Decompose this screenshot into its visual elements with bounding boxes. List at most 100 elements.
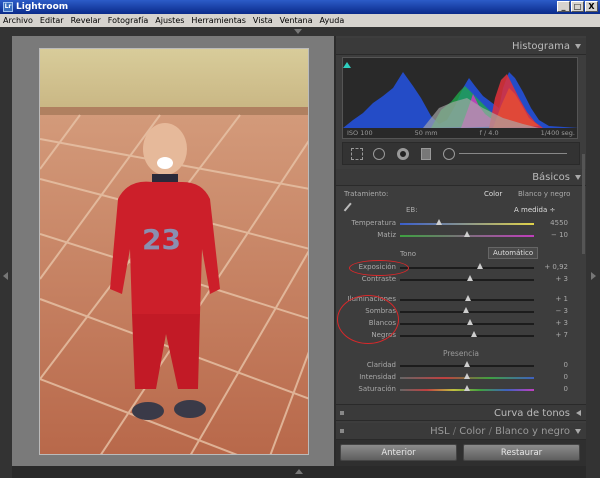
basic-header[interactable]: Básicos — [336, 169, 586, 186]
window-title: Lightroom — [16, 2, 69, 12]
highlight-annotation-exposure — [349, 260, 409, 276]
presence-label: Presencia — [442, 349, 479, 358]
temperature-value[interactable]: 4550 — [550, 219, 568, 227]
menu-fotografia[interactable]: Fotografía — [108, 16, 148, 25]
basic-title: Básicos — [532, 172, 570, 183]
menu-ventana[interactable]: Ventana — [280, 16, 313, 25]
slider-thumb[interactable] — [464, 361, 470, 367]
slider-thumb[interactable] — [464, 231, 470, 237]
wb-select[interactable]: A medida ÷ — [514, 206, 555, 214]
menu-bar: Archivo Editar Revelar Fotografía Ajuste… — [0, 14, 600, 27]
iso-value: ISO 100 — [347, 129, 373, 137]
tint-value[interactable]: − 10 — [551, 231, 568, 239]
shutter-speed: 1/400 seg. — [540, 129, 575, 137]
auto-tone-button[interactable]: Automático — [488, 247, 539, 259]
histogram-metadata: ISO 100 50 mm f / 4.0 1/400 seg. — [343, 129, 579, 137]
menu-editar[interactable]: Editar — [40, 16, 64, 25]
hsl-separator: / — [488, 426, 492, 437]
menu-ajustes[interactable]: Ajustes — [155, 16, 184, 25]
tone-curve-header[interactable]: Curva de tonos — [336, 404, 586, 421]
close-button[interactable]: X — [585, 1, 598, 12]
tone-slider[interactable] — [400, 267, 534, 269]
top-panel-toggle[interactable] — [12, 27, 588, 36]
histogram-header[interactable]: Histograma — [336, 38, 586, 55]
panel-scrollbar[interactable] — [582, 154, 585, 254]
temperature-slider[interactable] — [400, 223, 534, 225]
presence-label: Saturación — [358, 385, 396, 393]
reset-button[interactable]: Restaurar — [463, 444, 580, 461]
panel-toggle-icon[interactable] — [340, 429, 344, 433]
minimize-button[interactable]: _ — [557, 1, 570, 12]
slider-thumb[interactable] — [466, 275, 473, 281]
collapse-icon — [575, 429, 581, 434]
bw-tab[interactable]: Blanco y negro — [495, 426, 570, 437]
photo-preview[interactable]: 23 — [39, 48, 309, 455]
aperture: f / 4.0 — [479, 129, 499, 137]
expand-icon — [576, 410, 581, 416]
tool-strip — [342, 142, 580, 165]
slider-thumb[interactable] — [436, 219, 442, 225]
develop-right-panel: Histograma ISO 100 50 mm f / 4.0 1/400 s… — [336, 36, 586, 466]
presence-value[interactable]: 0 — [564, 361, 568, 369]
window-controls: _ □ X — [557, 1, 598, 12]
tone-value[interactable]: + 3 — [555, 319, 568, 327]
tone-value[interactable]: + 3 — [555, 275, 568, 283]
presence-value[interactable]: 0 — [564, 373, 568, 381]
title-bar: Lr Lightroom _ □ X — [0, 0, 600, 14]
tint-label: Matiz — [377, 231, 396, 239]
tone-value[interactable]: + 7 — [555, 331, 568, 339]
menu-herramientas[interactable]: Herramientas — [191, 16, 246, 25]
panel-toggle-icon[interactable] — [340, 411, 344, 415]
presence-label: Claridad — [366, 361, 396, 369]
bottom-panel-toggle[interactable] — [12, 466, 588, 478]
menu-ayuda[interactable]: Ayuda — [320, 16, 345, 25]
crop-tool-icon[interactable] — [351, 148, 363, 160]
slider-thumb[interactable] — [470, 331, 477, 337]
lightroom-logo-icon: Lr — [3, 2, 13, 12]
tone-label: Contraste — [361, 275, 396, 283]
red-eye-icon[interactable] — [397, 148, 409, 160]
image-viewer: 23 — [12, 36, 334, 466]
spot-removal-icon[interactable] — [373, 148, 385, 160]
temperature-row: Temperatura 4550 — [336, 218, 586, 230]
slider-thumb[interactable] — [466, 319, 473, 325]
presence-value[interactable]: 0 — [564, 385, 568, 393]
presence-row: Intensidad 0 — [336, 372, 586, 384]
adjustment-brush-icon[interactable] — [443, 148, 455, 160]
previous-button[interactable]: Anterior — [340, 444, 457, 461]
treatment-bw[interactable]: Blanco y negro — [518, 190, 570, 198]
menu-archivo[interactable]: Archivo — [3, 16, 33, 25]
basic-panel: Tratamiento: Color Blanco y negro EB: A … — [336, 186, 586, 396]
treatment-color[interactable]: Color — [484, 190, 502, 198]
menu-vista[interactable]: Vista — [253, 16, 273, 25]
slider-thumb[interactable] — [462, 307, 469, 313]
tone-value[interactable]: − 3 — [555, 307, 568, 315]
maximize-button[interactable]: □ — [571, 1, 584, 12]
left-panel-toggle[interactable] — [0, 27, 12, 478]
tone-value[interactable]: + 1 — [555, 295, 568, 303]
hsl-tab[interactable]: HSL — [430, 426, 449, 437]
presence-row: Saturación 0 — [336, 384, 586, 396]
expand-top-icon — [294, 29, 302, 34]
treatment-label: Tratamiento: — [344, 190, 389, 198]
graduated-filter-icon[interactable] — [421, 148, 431, 160]
presence-sliders: Claridad 0 Intensidad 0 Saturación 0 — [336, 360, 586, 396]
expand-left-icon — [3, 272, 8, 280]
tone-label: Tono — [400, 250, 417, 258]
slider-thumb[interactable] — [464, 385, 470, 391]
slider-thumb[interactable] — [477, 263, 484, 269]
right-panel-toggle[interactable] — [586, 27, 600, 478]
menu-revelar[interactable]: Revelar — [71, 16, 101, 25]
hsl-header[interactable]: HSL / Color / Blanco y negro — [336, 423, 586, 440]
collapse-icon — [575, 175, 581, 180]
tone-value[interactable]: + 0,92 — [544, 263, 568, 271]
color-tab[interactable]: Color — [459, 426, 485, 437]
tone-slider[interactable] — [400, 335, 534, 337]
collapse-icon — [575, 44, 581, 49]
brush-slider-track[interactable] — [459, 153, 567, 154]
slider-thumb[interactable] — [464, 373, 470, 379]
histogram-chart: ISO 100 50 mm f / 4.0 1/400 seg. — [342, 57, 579, 139]
histogram-title: Histograma — [511, 41, 570, 52]
slider-thumb[interactable] — [465, 295, 472, 301]
white-balance-picker-icon[interactable] — [343, 202, 357, 216]
